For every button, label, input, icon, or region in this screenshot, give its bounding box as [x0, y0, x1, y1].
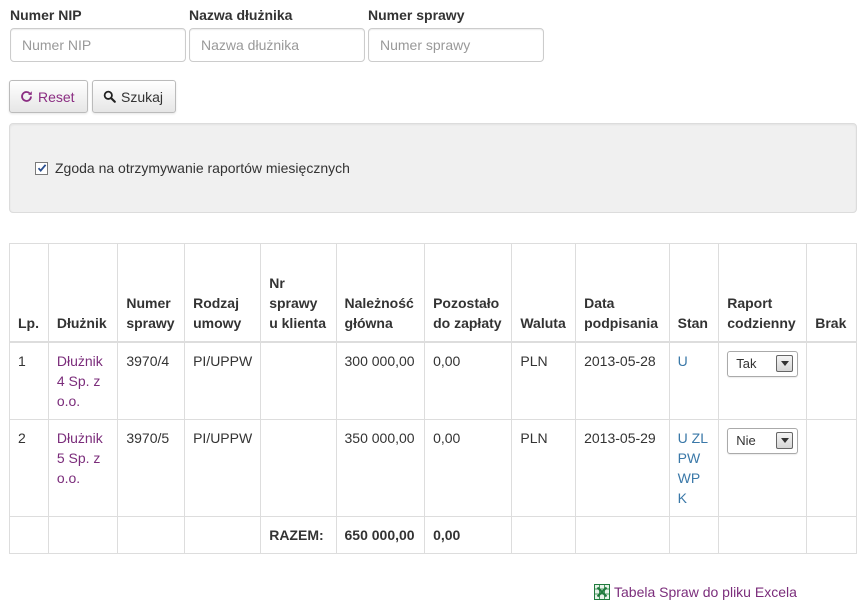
cell-empty [9, 515, 49, 554]
cell-empty [718, 515, 808, 554]
cell-currency: PLN [511, 341, 577, 420]
reset-button-label: Reset [38, 88, 75, 105]
table-row: 1 Dłużnik 4 Sp. z o.o. 3970/4 PI/UPPW 30… [9, 341, 857, 420]
principal-total: 650 000,00 [335, 515, 426, 554]
status-link[interactable]: U ZL PW WP K [678, 430, 708, 506]
cell-currency: PLN [511, 418, 577, 517]
filter-debtor-label: Nazwa dłużnika [189, 7, 293, 23]
cell-missing [806, 418, 857, 517]
cell-case-no: 3970/5 [117, 418, 186, 517]
col-header-principal: Należność główna [335, 243, 426, 343]
daily-report-value: Tak [736, 355, 757, 371]
cell-empty [668, 515, 720, 554]
cell-lp: 2 [9, 418, 49, 517]
filter-case: Numer sprawy [368, 6, 544, 62]
cell-client-case-no [260, 418, 337, 517]
search-filters: Numer NIP Nazwa dłużnika Numer sprawy [10, 6, 547, 62]
cell-debtor: Dłużnik 5 Sp. z o.o. [47, 418, 119, 517]
debtor-name-input[interactable] [189, 28, 365, 62]
cell-daily-report: Nie [718, 418, 808, 517]
daily-report-value: Nie [736, 432, 756, 448]
cell-missing [806, 341, 857, 420]
filter-nip: Numer NIP [10, 6, 186, 62]
search-icon [103, 90, 116, 103]
total-label: RAZEM: [260, 515, 337, 554]
reset-button[interactable]: Reset [9, 80, 88, 113]
table-row: 2 Dłużnik 5 Sp. z o.o. 3970/5 PI/UPPW 35… [9, 418, 857, 517]
daily-report-select[interactable]: Tak [727, 350, 799, 377]
consent-row: Zgoda na otrzymywanie raportów miesięczn… [35, 160, 350, 176]
debtor-link[interactable]: Dłużnik 4 Sp. z o.o. [57, 353, 103, 409]
col-header-sign-date: Data podpisania [575, 243, 670, 343]
col-header-remaining: Pozostało do zapłaty [424, 243, 513, 343]
cell-empty [184, 515, 262, 554]
cell-debtor: Dłużnik 4 Sp. z o.o. [47, 341, 119, 420]
excel-export: Tabela Spraw do pliku Excela [594, 584, 797, 600]
consent-checkbox[interactable] [35, 161, 48, 175]
cell-remaining: 0,00 [424, 341, 513, 420]
cell-daily-report: Tak [718, 341, 808, 420]
col-header-contract-type: Rodzaj umowy [184, 243, 262, 343]
cell-empty [47, 515, 119, 554]
search-button-label: Szukaj [121, 88, 164, 105]
status-link[interactable]: U [678, 353, 688, 369]
refresh-icon [20, 90, 33, 103]
col-header-client-case-no: Nr sprawy u klienta [260, 243, 337, 343]
consent-label: Zgoda na otrzymywanie raportów miesięczn… [55, 160, 350, 176]
nip-input[interactable] [10, 28, 186, 62]
cell-case-no: 3970/4 [117, 341, 186, 420]
cell-empty [575, 515, 670, 554]
cell-status: U ZL PW WP K [668, 418, 720, 517]
col-header-currency: Waluta [511, 243, 577, 343]
filter-debtor: Nazwa dłużnika [189, 6, 365, 62]
col-header-status: Stan [668, 243, 720, 343]
excel-export-link[interactable]: Tabela Spraw do pliku Excela [614, 584, 797, 600]
dropdown-arrow-icon [776, 355, 794, 372]
search-button[interactable]: Szukaj [92, 80, 176, 113]
cell-principal: 350 000,00 [335, 418, 426, 517]
dropdown-arrow-icon [776, 432, 794, 449]
checkmark-icon [37, 164, 46, 172]
cell-status: U [668, 341, 720, 420]
remaining-total: 0,00 [424, 515, 513, 554]
cell-principal: 300 000,00 [335, 341, 426, 420]
filter-actions: Reset Szukaj [9, 80, 180, 113]
cell-empty [511, 515, 577, 554]
cell-client-case-no [260, 341, 337, 420]
cell-sign-date: 2013-05-29 [575, 418, 670, 517]
cell-sign-date: 2013-05-28 [575, 341, 670, 420]
table-footer-row: RAZEM: 650 000,00 0,00 [9, 515, 857, 554]
cell-lp: 1 [9, 341, 49, 420]
consent-panel: Zgoda na otrzymywanie raportów miesięczn… [9, 123, 857, 213]
cases-table: Lp. Dłużnik Numer sprawy Rodzaj umowy Nr… [9, 243, 857, 554]
cell-contract-type: PI/UPPW [184, 418, 262, 517]
filter-case-label: Numer sprawy [368, 7, 465, 23]
col-header-missing: Brak [806, 243, 857, 343]
debtor-link[interactable]: Dłużnik 5 Sp. z o.o. [57, 430, 103, 486]
col-header-case-no: Numer sprawy [117, 243, 186, 343]
cell-remaining: 0,00 [424, 418, 513, 517]
col-header-lp: Lp. [9, 243, 49, 343]
daily-report-select[interactable]: Nie [727, 427, 799, 454]
filter-nip-label: Numer NIP [10, 7, 82, 23]
excel-icon [594, 584, 610, 600]
case-number-input[interactable] [368, 28, 544, 62]
cell-contract-type: PI/UPPW [184, 341, 262, 420]
col-header-debtor: Dłużnik [47, 243, 119, 343]
col-header-daily-report: Raport codzienny [718, 243, 808, 343]
cell-empty [806, 515, 857, 554]
table-header-row: Lp. Dłużnik Numer sprawy Rodzaj umowy Nr… [9, 243, 857, 343]
cell-empty [117, 515, 186, 554]
